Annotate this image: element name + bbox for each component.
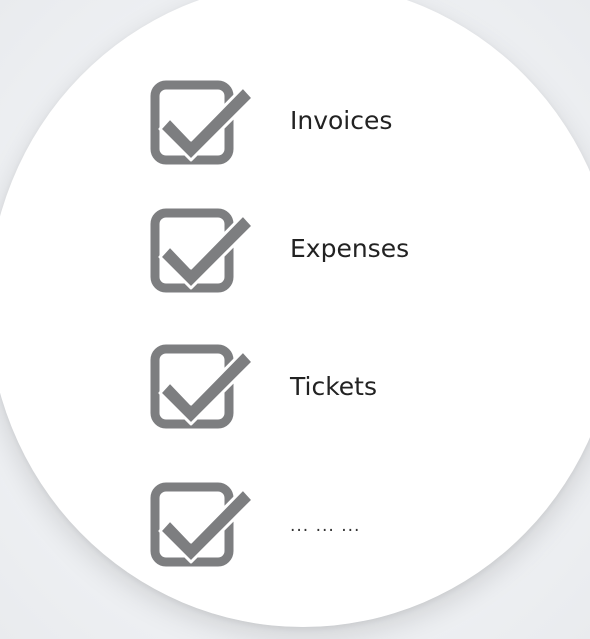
checklist-item-invoices: Invoices	[150, 76, 392, 172]
checklist-item-more: ... ... ...	[150, 478, 359, 574]
checklist-item-tickets: Tickets	[150, 340, 377, 436]
checklist-item-expenses: Expenses	[150, 204, 409, 300]
checkbox-checked-icon	[150, 478, 254, 574]
checklist-label-tickets: Tickets	[290, 372, 377, 401]
checkbox-checked-icon	[150, 204, 254, 300]
checklist-label-expenses: Expenses	[290, 234, 410, 263]
checklist-label-more: ... ... ...	[290, 516, 361, 536]
checklist-label-invoices: Invoices	[290, 106, 393, 135]
checkbox-checked-icon	[150, 76, 254, 172]
illustration-background: Invoices Expenses Tickets ... ... ...	[0, 0, 590, 639]
checkbox-checked-icon	[150, 340, 254, 436]
